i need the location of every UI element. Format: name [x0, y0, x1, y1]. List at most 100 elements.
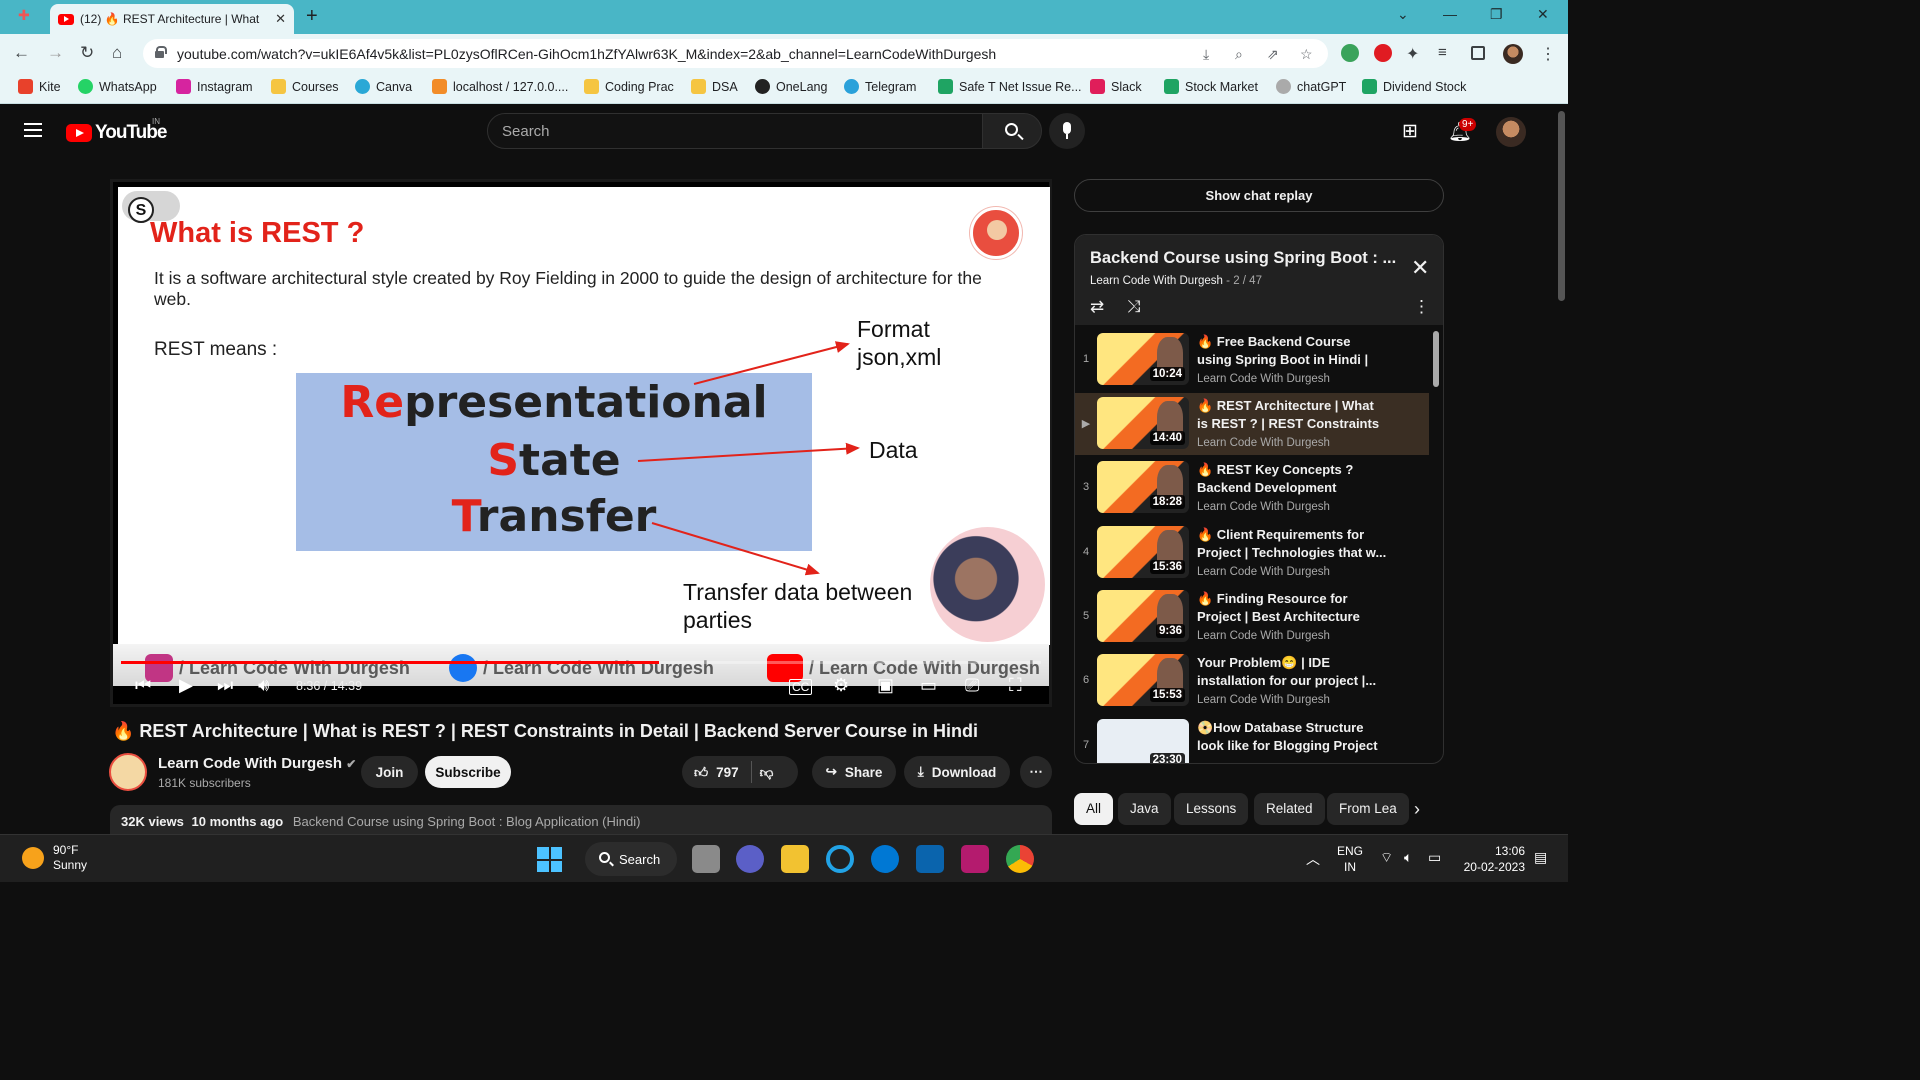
bookmark-safe-t-net[interactable]: Safe T Net Issue Re...: [938, 79, 1082, 94]
miniplayer-icon[interactable]: ▣: [877, 675, 894, 696]
bookmark-coding-prac[interactable]: Coding Prac: [584, 79, 674, 94]
profile-avatar[interactable]: [1503, 44, 1523, 64]
previous-icon[interactable]: ⏮: [135, 675, 151, 696]
forward-arrow-icon[interactable]: →: [47, 43, 64, 63]
loop-icon[interactable]: ⇄: [1090, 297, 1104, 317]
taskbar-search[interactable]: Search: [585, 842, 677, 876]
more-actions-button[interactable]: ⋯: [1020, 756, 1052, 788]
battery-icon[interactable]: ▭: [1428, 849, 1441, 866]
side-panel-icon[interactable]: [1471, 46, 1485, 60]
playlist-item[interactable]: 6 15:53 Your Problem😁 | IDE installation…: [1075, 650, 1429, 712]
video-player[interactable]: S What is REST ? It is a software archit…: [110, 179, 1052, 707]
playlist-item[interactable]: 4 15:36 🔥 Client Requirements for Projec…: [1075, 522, 1429, 584]
home-icon[interactable]: ⌂: [112, 43, 122, 63]
back-arrow-icon[interactable]: ←: [13, 43, 30, 63]
task-view-icon[interactable]: [692, 845, 720, 873]
bookmark-telegram[interactable]: Telegram: [844, 79, 916, 94]
channel-avatar[interactable]: [109, 753, 147, 791]
start-button[interactable]: [537, 847, 562, 872]
bookmark-slack[interactable]: Slack: [1090, 79, 1142, 94]
language-indicator[interactable]: ENG IN: [1337, 843, 1363, 875]
chip-java[interactable]: Java: [1118, 793, 1171, 825]
wifi-icon[interactable]: ⌔: [1380, 849, 1393, 867]
fullscreen-icon[interactable]: ⛶: [1009, 675, 1022, 696]
chevron-right-icon[interactable]: ›: [1414, 799, 1420, 820]
playlist-item[interactable]: 5 9:36 🔥 Finding Resource for Project | …: [1075, 586, 1429, 648]
share-icon[interactable]: ⇗: [1267, 46, 1279, 63]
share-button[interactable]: ↪ Share: [812, 756, 896, 788]
chip-lessons[interactable]: Lessons: [1174, 793, 1249, 825]
join-button[interactable]: Join: [361, 756, 418, 788]
menu-hamburger-icon[interactable]: [24, 123, 42, 137]
speaker-icon[interactable]: 🔈︎: [1404, 849, 1412, 866]
opera-extension-icon[interactable]: [1374, 44, 1392, 62]
channel-name[interactable]: Learn Code With Durgesh ✔: [158, 755, 356, 772]
media-queue-icon[interactable]: ≡: [1438, 44, 1456, 62]
close-window-button[interactable]: ✕: [1537, 6, 1549, 23]
subscribe-button[interactable]: Subscribe: [425, 756, 511, 788]
tab-search-icon[interactable]: ⌄: [1397, 6, 1409, 23]
show-hidden-icons-chevron[interactable]: ︿: [1306, 849, 1320, 869]
show-chat-replay-button[interactable]: Show chat replay: [1074, 179, 1444, 212]
volume-icon[interactable]: 🔊︎: [258, 675, 269, 696]
extension-globe-icon[interactable]: [1341, 44, 1359, 62]
playlist-menu-icon[interactable]: ⋮: [1413, 297, 1430, 317]
browser-tab[interactable]: (12) 🔥 REST Architecture | What ✕: [50, 4, 294, 34]
bookmark-chatgpt[interactable]: chatGPT: [1276, 79, 1346, 94]
bookmark-onelang[interactable]: OneLang: [755, 79, 827, 94]
bookmark-localhost[interactable]: localhost / 127.0.0....: [432, 79, 568, 94]
thumbs-up-icon[interactable]: 👍︎: [694, 764, 708, 781]
create-video-icon[interactable]: ⊞: [1402, 120, 1418, 143]
play-icon[interactable]: ▶: [179, 675, 193, 696]
bookmark-stock-market[interactable]: Stock Market: [1164, 79, 1258, 94]
install-icon[interactable]: ⤓: [1203, 46, 1209, 63]
browser-menu-icon[interactable]: ⋮: [1540, 44, 1558, 63]
shuffle-icon[interactable]: ⤨: [1127, 297, 1141, 317]
minimize-button[interactable]: —: [1443, 6, 1457, 22]
clock[interactable]: 13:06 20-02-2023: [1461, 843, 1525, 875]
chrome-icon[interactable]: [1006, 845, 1034, 873]
bookmark-dividend-stock[interactable]: Dividend Stock: [1362, 79, 1466, 94]
bookmark-whatsapp[interactable]: WhatsApp: [78, 79, 157, 94]
weather-widget[interactable]: 90°F Sunny: [53, 843, 87, 873]
page-scrollbar[interactable]: [1556, 105, 1568, 833]
captions-icon[interactable]: CC: [789, 679, 813, 695]
playlist-link[interactable]: Backend Course using Spring Boot : Blog …: [293, 814, 641, 829]
search-input[interactable]: Search: [487, 113, 983, 149]
progress-bar[interactable]: [121, 661, 1041, 664]
bookmark-instagram[interactable]: Instagram: [176, 79, 253, 94]
cast-icon[interactable]: ⎚: [965, 675, 979, 696]
file-explorer-icon[interactable]: [781, 845, 809, 873]
close-icon[interactable]: ✕: [1411, 255, 1429, 281]
chip-from-lea[interactable]: From Lea: [1327, 793, 1409, 825]
description-box[interactable]: 32K views 10 months ago Backend Course u…: [110, 805, 1052, 835]
like-count[interactable]: 797: [716, 765, 739, 780]
chip-all[interactable]: All: [1074, 793, 1114, 825]
new-tab-button[interactable]: +: [306, 5, 318, 28]
chip-related[interactable]: Related: [1254, 793, 1325, 825]
bookmark-kite[interactable]: Kite: [18, 79, 61, 94]
bookmark-canva[interactable]: Canva: [355, 79, 412, 94]
playlist-item[interactable]: 7 23:30 📀How Database Structure look lik…: [1075, 715, 1429, 763]
mail-icon[interactable]: [916, 845, 944, 873]
playlist-item[interactable]: 1 10:24 🔥 Free Backend Course using Spri…: [1075, 329, 1429, 391]
bookmark-dsa[interactable]: DSA: [691, 79, 738, 94]
extensions-puzzle-icon[interactable]: ✦: [1406, 44, 1424, 63]
bookmark-star-icon[interactable]: ☆: [1300, 46, 1313, 63]
playlist-item-current[interactable]: ▶ 14:40 🔥 REST Architecture | What is RE…: [1075, 393, 1429, 455]
weather-sun-icon[interactable]: [22, 847, 44, 869]
cortana-icon[interactable]: [826, 845, 854, 873]
next-icon[interactable]: ⏭: [217, 675, 233, 696]
theater-mode-icon[interactable]: ▭: [920, 675, 937, 696]
settings-gear-icon[interactable]: ⚙: [833, 675, 849, 696]
tab-close-icon[interactable]: ✕: [275, 11, 286, 27]
bookmark-courses[interactable]: Courses: [271, 79, 339, 94]
account-avatar[interactable]: [1496, 117, 1526, 147]
teams-chat-icon[interactable]: [736, 845, 764, 873]
intellij-icon[interactable]: [961, 845, 989, 873]
playlist-title[interactable]: Backend Course using Spring Boot : ...: [1090, 249, 1396, 268]
search-button[interactable]: [982, 113, 1042, 149]
slack-app-icon[interactable]: ✚: [18, 7, 30, 24]
reload-icon[interactable]: ↻: [80, 43, 94, 63]
zoom-icon[interactable]: ⌕: [1235, 46, 1243, 63]
